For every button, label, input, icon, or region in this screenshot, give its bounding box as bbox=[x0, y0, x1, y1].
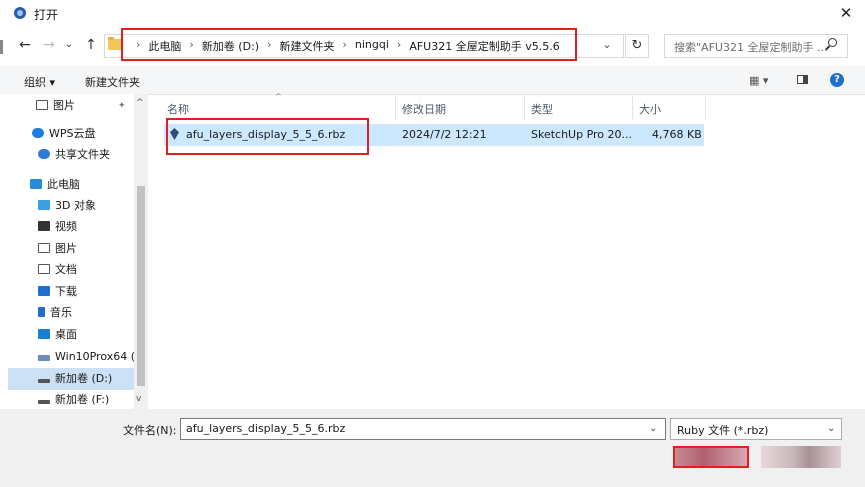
desktop-icon bbox=[38, 329, 50, 339]
pictures-icon bbox=[38, 243, 50, 253]
pictures-icon bbox=[36, 100, 48, 110]
column-header-type[interactable]: 类型 bbox=[531, 101, 553, 117]
video-icon bbox=[38, 221, 50, 231]
computer-icon bbox=[30, 179, 42, 189]
sidebar-item-documents[interactable]: 文档 bbox=[38, 260, 77, 280]
address-highlight-box bbox=[121, 28, 577, 61]
sidebar-item-this-pc[interactable]: 此电脑 bbox=[30, 175, 80, 195]
cloud-icon bbox=[32, 128, 44, 138]
sidebar-item-label: 桌面 bbox=[55, 328, 77, 341]
sidebar-item-drive-c[interactable]: Win10Prox64 (C bbox=[38, 347, 143, 367]
sidebar-item-label: Win10Prox64 (C bbox=[55, 350, 143, 363]
sidebar-item-desktop[interactable]: 桌面 bbox=[38, 325, 77, 345]
organize-menu[interactable]: 组织 ▾ bbox=[24, 74, 55, 90]
filename-value: afu_layers_display_5_5_6.rbz bbox=[186, 422, 346, 435]
search-icon[interactable] bbox=[828, 38, 837, 47]
sidebar-item-downloads[interactable]: 下载 bbox=[38, 282, 77, 302]
file-type: SketchUp Pro 20... bbox=[531, 128, 633, 141]
3d-objects-icon bbox=[38, 200, 50, 210]
up-button[interactable]: ↑ bbox=[82, 34, 100, 56]
file-date: 2024/7/2 12:21 bbox=[402, 128, 487, 141]
folder-icon bbox=[108, 37, 122, 50]
recent-locations-button[interactable]: ⌄ bbox=[60, 34, 78, 56]
sidebar-item-pictures-quick[interactable]: 图片 bbox=[36, 96, 75, 116]
sidebar-item-label: 音乐 bbox=[50, 306, 72, 319]
column-divider[interactable] bbox=[632, 96, 633, 120]
file-highlight-box bbox=[166, 118, 369, 155]
sidebar-item-label: 新加卷 (D:) bbox=[55, 372, 113, 385]
cancel-button[interactable] bbox=[761, 446, 841, 468]
sidebar-item-videos[interactable]: 视频 bbox=[38, 217, 77, 237]
drive-icon bbox=[38, 400, 50, 404]
sidebar-item-label: 3D 对象 bbox=[55, 199, 96, 212]
sidebar-item-drive-f[interactable]: 新加卷 (F:) bbox=[38, 390, 109, 410]
window-title: 打开 bbox=[34, 8, 59, 22]
column-header-date[interactable]: 修改日期 bbox=[402, 101, 446, 117]
sidebar-scroll-thumb[interactable] bbox=[137, 186, 145, 386]
sidebar-item-label: 下载 bbox=[55, 285, 77, 298]
sidebar-item-label: 文档 bbox=[55, 263, 77, 276]
sidebar-item-label: 图片 bbox=[55, 242, 77, 255]
file-size: 4,768 KB bbox=[652, 128, 702, 141]
filetype-value: Ruby 文件 (*.rbz) bbox=[677, 424, 769, 437]
app-icon bbox=[14, 7, 26, 19]
scroll-down-button[interactable]: v bbox=[136, 394, 141, 404]
sort-indicator-icon: ^ bbox=[275, 92, 282, 101]
search-placeholder: 搜索"AFU321 全屋定制助手 ... bbox=[674, 41, 828, 54]
sidebar-item-pictures[interactable]: 图片 bbox=[38, 239, 77, 259]
sidebar-item-label: 图片 bbox=[53, 99, 75, 112]
column-header-name[interactable]: 名称 bbox=[167, 101, 189, 117]
preview-pane-icon[interactable] bbox=[797, 75, 808, 84]
music-icon bbox=[38, 307, 45, 317]
sidebar-item-label: 此电脑 bbox=[47, 178, 80, 191]
close-button[interactable]: ✕ bbox=[836, 3, 856, 23]
new-folder-button[interactable]: 新建文件夹 bbox=[85, 74, 140, 90]
sidebar-item-label: 视频 bbox=[55, 220, 77, 233]
document-icon bbox=[38, 264, 50, 274]
sidebar-item-shared-folder[interactable]: 共享文件夹 bbox=[38, 145, 110, 165]
sidebar-item-label: 共享文件夹 bbox=[55, 148, 110, 161]
pin-icon[interactable]: ✦ bbox=[118, 101, 126, 111]
drive-icon bbox=[38, 355, 50, 361]
filetype-dropdown-icon[interactable]: ⌄ bbox=[827, 423, 835, 434]
share-icon bbox=[38, 149, 50, 159]
forward-button[interactable]: → bbox=[40, 34, 58, 56]
view-options-button[interactable]: ▦ ▾ bbox=[749, 74, 768, 87]
filename-dropdown-button[interactable]: ⌄ bbox=[649, 423, 657, 434]
refresh-button[interactable]: ↻ bbox=[625, 34, 649, 58]
scroll-up-button[interactable]: ^ bbox=[136, 98, 144, 108]
sidebar-item-label: 新加卷 (F:) bbox=[55, 393, 110, 406]
back-button[interactable]: ← bbox=[16, 34, 34, 56]
sidebar-item-label: WPS云盘 bbox=[49, 127, 96, 140]
sidebar-item-drive-d[interactable]: 新加卷 (D:) bbox=[38, 369, 112, 389]
open-button[interactable] bbox=[673, 446, 749, 468]
column-divider[interactable] bbox=[524, 96, 525, 120]
title-bar bbox=[0, 0, 865, 28]
background-window-edge bbox=[0, 40, 3, 54]
filename-label: 文件名(N): bbox=[123, 424, 177, 437]
column-divider[interactable] bbox=[395, 96, 396, 120]
column-header-size[interactable]: 大小 bbox=[639, 101, 661, 117]
sidebar-item-3d-objects[interactable]: 3D 对象 bbox=[38, 196, 96, 216]
column-divider[interactable] bbox=[705, 96, 706, 120]
address-dropdown-button[interactable]: ⌄ bbox=[598, 38, 616, 51]
drive-icon bbox=[38, 379, 50, 383]
sidebar-item-music[interactable]: 音乐 bbox=[38, 303, 72, 323]
download-icon bbox=[38, 286, 50, 296]
help-icon[interactable]: ? bbox=[830, 73, 844, 87]
sidebar-item-wps-cloud[interactable]: WPS云盘 bbox=[32, 124, 96, 144]
